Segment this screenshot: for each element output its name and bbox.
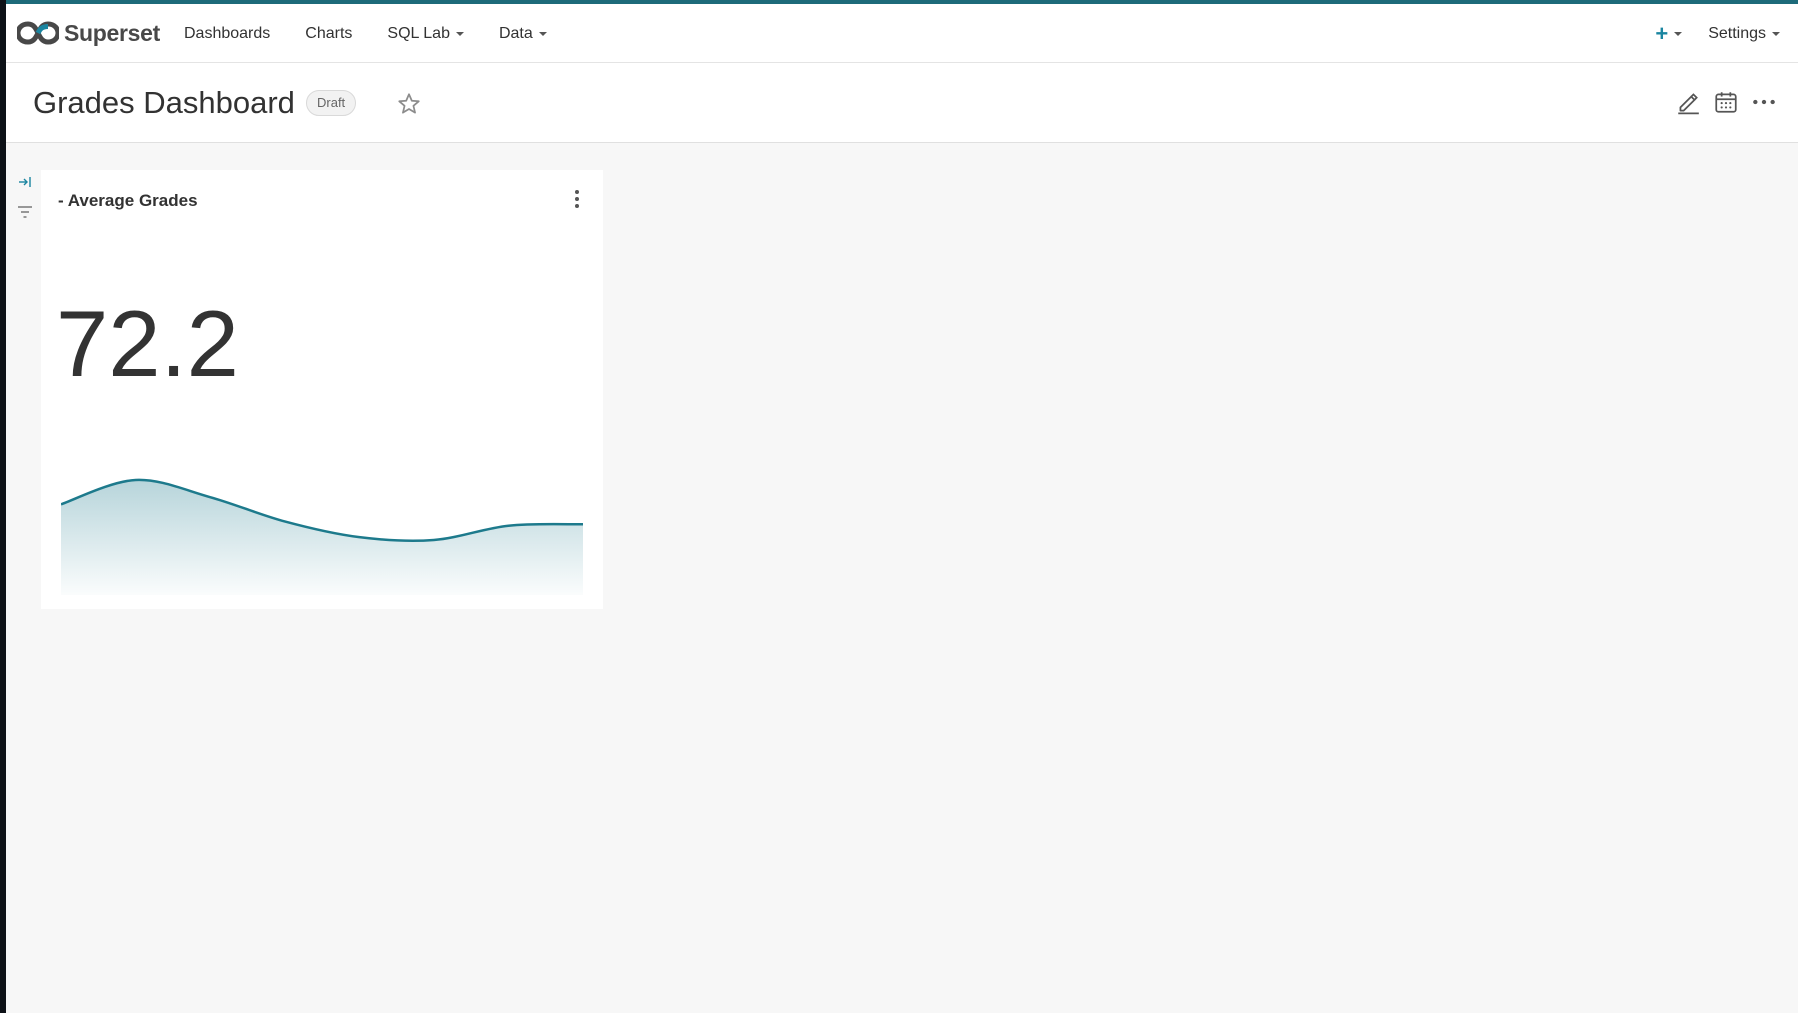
settings-menu[interactable]: Settings [1708,25,1780,43]
chevron-down-icon [1674,31,1683,36]
big-number-value: 72.2 [56,291,239,396]
favorite-star-icon[interactable] [396,91,422,117]
edit-dashboard-button[interactable] [1674,88,1702,116]
header-actions [1664,88,1778,116]
menu-dot [575,204,579,208]
more-options-button[interactable] [1750,88,1778,116]
settings-label: Settings [1708,24,1766,42]
brand-logo[interactable]: Superset [17,18,160,48]
new-item-menu[interactable]: + [1655,20,1683,46]
page-title[interactable]: Grades Dashboard [33,85,295,121]
menu-dot [575,197,579,201]
dashboard-header: Grades Dashboard Draft [6,63,1798,143]
superset-app: Superset Dashboards Charts SQL Lab Data … [6,0,1798,1013]
nav-dashboards[interactable]: Dashboards [184,25,270,43]
chevron-down-icon [455,31,464,36]
plus-icon: + [1655,20,1669,46]
main-nav: Dashboards Charts SQL Lab Data [184,4,582,63]
trendline-area [61,479,583,595]
status-badge: Draft [306,90,357,116]
superset-logo-icon [17,21,59,45]
schedule-button[interactable] [1712,88,1740,116]
chart-title[interactable]: - Average Grades [58,191,198,211]
chart-card-average-grades[interactable]: - Average Grades 72.2 [41,170,603,609]
nav-right: + Settings [1655,4,1780,63]
chevron-down-icon [1772,31,1780,36]
chevron-down-icon [538,31,547,36]
nav-charts[interactable]: Charts [305,25,352,43]
nav-data-label: Data [498,24,533,42]
ellipsis-icon [1753,99,1775,105]
filter-sidebar-toggle [15,172,35,232]
nav-charts-label: Charts [305,24,353,42]
chart-menu-icon[interactable] [569,188,585,210]
filter-icon[interactable] [15,202,35,222]
nav-sql-lab-label: SQL Lab [387,24,450,42]
nav-data[interactable]: Data [499,25,547,43]
expand-filters-icon[interactable] [15,172,35,192]
nav-sql-lab[interactable]: SQL Lab [387,25,464,43]
nav-dashboards-label: Dashboards [184,24,271,42]
brand-name: Superset [64,19,161,46]
trendline-chart [61,478,583,595]
navbar: Superset Dashboards Charts SQL Lab Data … [6,4,1798,63]
calendar-icon [1715,92,1737,113]
menu-dot [575,190,579,194]
pencil-icon [1678,93,1699,115]
